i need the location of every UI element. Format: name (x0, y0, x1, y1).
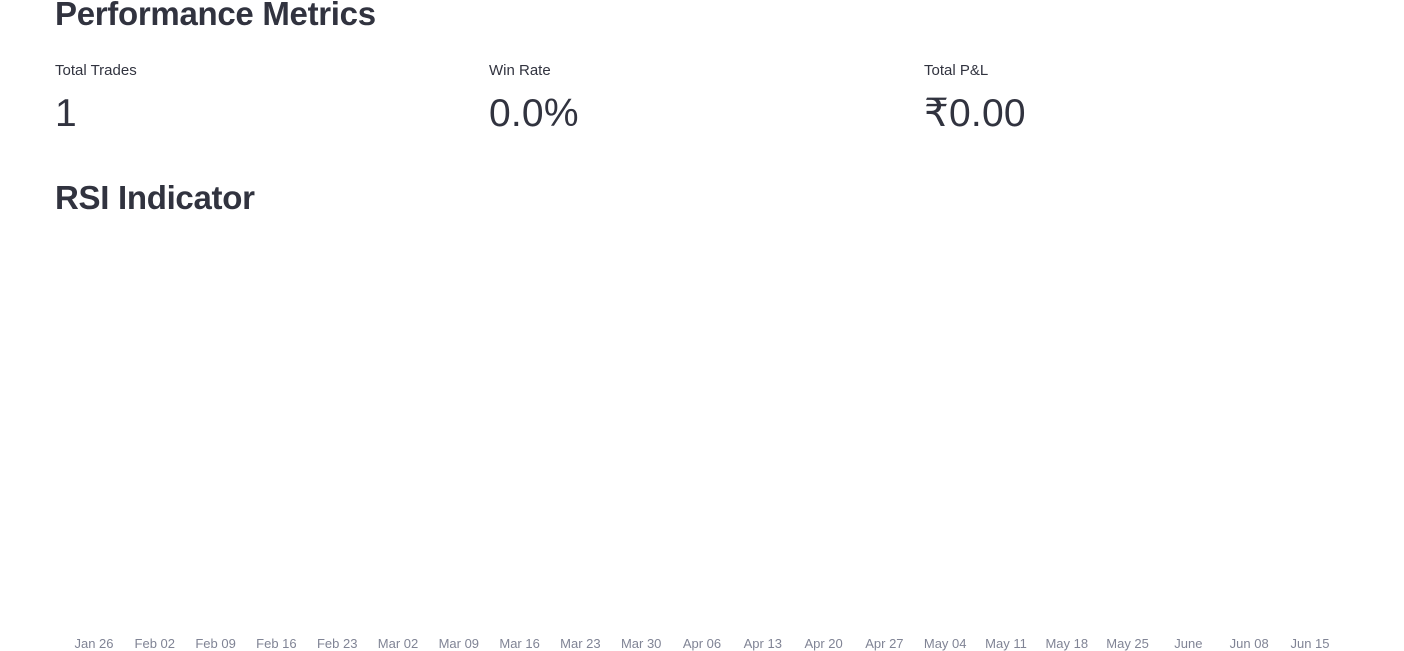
x-tick-label: Mar 23 (560, 636, 600, 651)
metric-label: Total Trades (55, 62, 137, 79)
metric-label: Win Rate (489, 62, 551, 79)
x-tick-label: May 04 (924, 636, 967, 651)
x-tick-label: May 18 (1045, 636, 1088, 651)
metric-label: Total P&L (924, 62, 989, 79)
x-tick-label: Jun 15 (1290, 636, 1329, 651)
x-axis: Jan 26 Feb 02 Feb 09 Feb 16 Feb 23 Mar 02 Mar … (74, 636, 1329, 651)
x-tick-label: Apr 27 (865, 636, 903, 651)
x-tick-label: May 25 (1106, 636, 1149, 651)
metric-value: 1 (55, 92, 77, 135)
x-tick-label: Mar 02 (378, 636, 418, 651)
metric-win-rate: Win Rate 0.0% (489, 62, 579, 133)
metric-value: ₹0.00 (924, 92, 1026, 135)
x-tick-label: Mar 09 (439, 636, 479, 651)
x-tick-label: Mar 16 (499, 636, 539, 651)
x-tick-label: Feb 16 (256, 636, 296, 651)
metric-total-pnl: Total P&L ₹0.00 (924, 62, 1026, 133)
x-tick-label: Feb 23 (317, 636, 357, 651)
x-tick-label: Apr 06 (683, 636, 721, 651)
x-tick-label: Jan 26 (74, 636, 113, 651)
metric-total-trades: Total Trades 1 (55, 62, 137, 133)
x-tick-label: June (1174, 636, 1202, 651)
x-tick-label: Mar 30 (621, 636, 661, 651)
rsi-chart[interactable]: Jan 26 Feb 02 Feb 09 Feb 16 Feb 23 Mar 02 Mar … (55, 232, 1355, 651)
x-tick-label: Feb 02 (135, 636, 175, 651)
x-tick-label: May 11 (985, 636, 1027, 651)
x-tick-label: Apr 13 (744, 636, 782, 651)
x-tick-label: Apr 20 (804, 636, 842, 651)
metric-value: 0.0% (489, 92, 579, 135)
rsi-chart-svg[interactable]: Jan 26 Feb 02 Feb 09 Feb 16 Feb 23 Mar 02 Mar … (55, 232, 1355, 651)
x-tick-label: Feb 09 (195, 636, 235, 651)
x-tick-label: Jun 08 (1230, 636, 1269, 651)
dashboard-page: Performance Metrics Total Trades 1 Win R… (0, 0, 1404, 651)
performance-metrics-heading: Performance Metrics (55, 0, 376, 32)
rsi-indicator-heading: RSI Indicator (55, 179, 255, 216)
